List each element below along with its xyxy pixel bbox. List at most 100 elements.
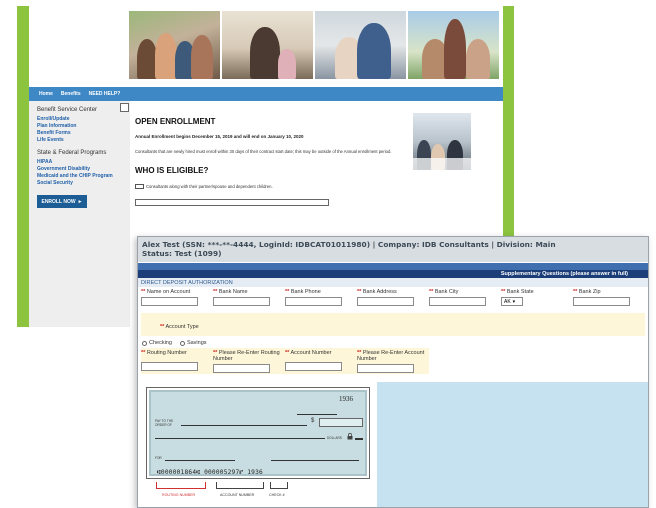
required-marker: ** [213, 289, 218, 295]
sidebar-link-enroll-update[interactable]: Enroll/Update [37, 116, 130, 123]
reenter-routing-input[interactable] [213, 364, 270, 373]
sidebar-link-government-disability[interactable]: Government Disability [37, 166, 130, 173]
label-name-on-account: Name on Account [146, 289, 191, 295]
dollar-sign: $ [311, 418, 315, 424]
bank-info-row: ** Name on Account ** Bank Name ** Bank … [138, 287, 648, 313]
enroll-now-button[interactable]: ENROLL NOW ► [37, 195, 87, 208]
label-account-type: Account Type [165, 324, 199, 330]
memo-label: FOR [155, 456, 162, 460]
required-marker: ** [357, 289, 362, 295]
bank-address-input[interactable] [357, 297, 414, 306]
account-bracket [216, 482, 264, 489]
supplementary-questions-bar: Supplementary Questions (please answer i… [138, 270, 648, 278]
signature-line [271, 460, 359, 461]
bank-phone-input[interactable] [285, 297, 342, 306]
employee-status-line: Status: Test (1099) [142, 249, 222, 258]
radio-checking[interactable]: Checking [142, 340, 172, 346]
required-marker: ** [573, 289, 578, 295]
sidebar-toggle-checkbox[interactable] [120, 103, 129, 112]
required-marker: ** [285, 289, 290, 295]
amount-box [319, 418, 363, 427]
payee-line [181, 425, 307, 426]
who-is-eligible-title: WHO IS ELIGIBLE? [135, 166, 209, 175]
routing-number-input[interactable] [141, 362, 198, 371]
sidebar-heading-programs: State & Federal Programs [37, 150, 107, 156]
account-type-field: ** Account Type [141, 313, 645, 336]
lock-icon [347, 433, 353, 440]
play-arrow-icon: ► [77, 198, 83, 205]
employee-header: Alex Test (SSN: ***-**-4444, LoginId: ID… [138, 237, 648, 262]
routing-account-row: ** Routing Number ** Please Re-Enter Rou… [138, 348, 648, 374]
label-bank-city: Bank City [434, 289, 459, 295]
security-lines [355, 438, 363, 440]
required-marker: ** [141, 289, 146, 295]
check-illustration-area: 1936 PAY TO THE ORDER OF $ DOLLARS FOR ⑆… [138, 382, 377, 507]
meeting-photo [413, 113, 471, 170]
field-bank-address: ** Bank Address [357, 287, 429, 313]
field-name-on-account: ** Name on Account [141, 287, 213, 313]
required-marker: ** [141, 350, 146, 356]
header-divider-bar [138, 263, 648, 270]
label-account-number: Account Number [290, 350, 332, 356]
top-nav: Home Benefits NEED HELP? [29, 87, 503, 101]
bank-zip-input[interactable] [573, 297, 630, 306]
field-reenter-routing: ** Please Re-Enter Routing Number [213, 348, 285, 374]
sidebar-link-plan-information[interactable]: Plan Information [37, 123, 130, 130]
field-bank-city: ** Bank City [429, 287, 501, 313]
eligibility-checkbox[interactable] [135, 184, 144, 189]
label-bank-name: Bank Name [218, 289, 248, 295]
label-bank-address: Bank Address [362, 289, 397, 295]
eligibility-text: Consultants along with their partner/spo… [146, 184, 273, 189]
bank-state-select[interactable]: AK ▾ [501, 297, 523, 306]
hero-photo-kitchen [222, 11, 313, 79]
label-bank-state: Bank State [506, 289, 534, 295]
sidebar-link-benefit-forms[interactable]: Benefit Forms [37, 130, 130, 137]
label-routing-number: Routing Number [146, 350, 187, 356]
sidebar-link-medicaid-chip[interactable]: Medicaid and the CHIP Program [37, 173, 130, 180]
sidebar: Benefit Service Center Enroll/Update Pla… [29, 101, 130, 327]
bank-name-input[interactable] [213, 297, 270, 306]
new-hire-note: Consultants that are newly hired must en… [135, 149, 392, 154]
micr-line: ⑆000001864⑆ 000005297⑈ 1936 [157, 469, 263, 476]
routing-bracket [156, 482, 206, 489]
field-bank-zip: ** Bank Zip [573, 287, 645, 313]
annual-enrollment-dates: Annual Enrollment begins December 15, 20… [135, 134, 304, 139]
nav-benefits[interactable]: Benefits [61, 91, 81, 97]
field-bank-phone: ** Bank Phone [285, 287, 357, 313]
radio-circle-icon [179, 340, 185, 346]
account-type-radios: Checking Savings [138, 338, 648, 348]
field-bank-state: ** Bank State AK ▾ [501, 287, 573, 313]
radio-circle-icon [142, 340, 147, 346]
amount-words-line [155, 438, 325, 439]
nav-home[interactable]: Home [39, 91, 53, 97]
hero-photo-strip [129, 11, 499, 79]
bank-city-input[interactable] [429, 297, 486, 306]
required-marker: ** [501, 289, 506, 295]
check-number: 1936 [339, 395, 353, 403]
required-marker: ** [429, 289, 434, 295]
radio-savings[interactable]: Savings [179, 340, 207, 346]
employee-info-line: Alex Test (SSN: ***-**-4444, LoginId: ID… [142, 240, 556, 249]
info-panel [377, 382, 648, 507]
hero-photo-couple [315, 11, 406, 79]
field-routing-number: ** Routing Number [141, 348, 213, 374]
radio-checking-label: Checking [149, 340, 172, 346]
sidebar-heading: Benefit Service Center [37, 107, 98, 113]
reenter-account-input[interactable] [357, 364, 414, 373]
account-number-input[interactable] [285, 362, 342, 371]
name-on-account-input[interactable] [141, 297, 198, 306]
eligibility-row: Consultants along with their partner/spo… [135, 184, 400, 189]
routing-number-caption: ROUTING NUMBER [162, 493, 196, 497]
field-reenter-account: ** Please Re-Enter Account Number [357, 348, 429, 374]
nav-need-help[interactable]: NEED HELP? [89, 91, 121, 97]
sidebar-link-social-security[interactable]: Social Security [37, 180, 130, 187]
radio-savings-label: Savings [186, 340, 207, 346]
pay-to-label: PAY TO THE ORDER OF [155, 419, 174, 427]
field-bank-name: ** Bank Name [213, 287, 285, 313]
sidebar-link-life-events[interactable]: Life Events [37, 137, 130, 144]
check-number-caption: CHECK # [269, 493, 285, 497]
label-bank-zip: Bank Zip [578, 289, 601, 295]
sidebar-link-hipaa[interactable]: HIPAA [37, 159, 130, 166]
supplementary-questions-title: Supplementary Questions (please answer i… [500, 271, 628, 277]
eligibility-input-bar[interactable] [135, 199, 329, 206]
